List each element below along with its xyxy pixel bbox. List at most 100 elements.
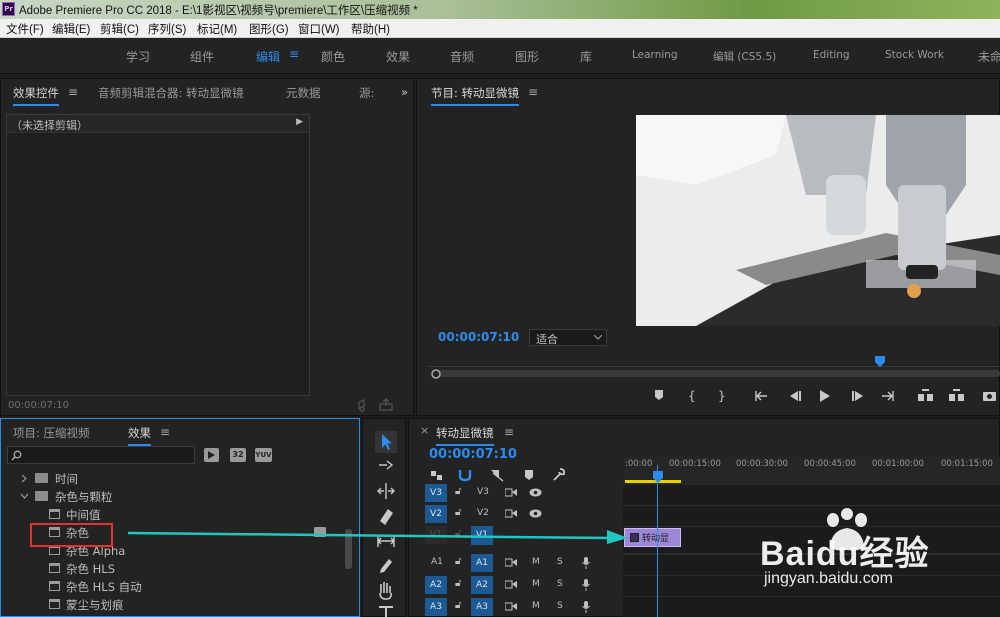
audio-icon bbox=[358, 399, 365, 412]
yuv-filter-badge[interactable]: YUV bbox=[255, 448, 272, 462]
menu-sequence[interactable]: 序列(S) bbox=[148, 21, 186, 37]
sync-lock-icon[interactable] bbox=[505, 558, 517, 567]
tree-label: 杂色 HLS bbox=[66, 562, 116, 576]
32bit-filter-badge[interactable]: 32 bbox=[230, 448, 246, 462]
solo-button[interactable]: S bbox=[557, 597, 563, 615]
highlight-box bbox=[30, 523, 113, 547]
timeline-timecode[interactable]: 00:00:07:10 bbox=[429, 447, 517, 462]
video-clip[interactable]: 转动显 bbox=[624, 528, 681, 547]
mute-button[interactable]: M bbox=[532, 553, 540, 571]
tab-effect-controls[interactable]: 效果控件 bbox=[13, 85, 59, 106]
microphone-icon[interactable] bbox=[582, 601, 590, 613]
workspace-editing-en[interactable]: Editing bbox=[813, 49, 850, 61]
timeline-ruler[interactable]: :00:00 00:00:15:00 00:00:30:00 00:00:45:… bbox=[623, 457, 1000, 485]
camera-icon bbox=[983, 392, 996, 401]
track-target-a3[interactable]: A3 bbox=[471, 598, 493, 616]
add-marker-icon bbox=[525, 470, 533, 480]
sync-lock-icon[interactable] bbox=[505, 509, 517, 518]
timeline-header: × 转动显微镜 ≡ bbox=[409, 419, 999, 446]
menu-graphics[interactable]: 图形(G) bbox=[249, 21, 289, 37]
tab-source[interactable]: 源: bbox=[359, 85, 374, 101]
track-target-a1[interactable]: A1 bbox=[471, 554, 493, 572]
workspace-stock-work[interactable]: Stock Work bbox=[885, 49, 944, 61]
workspace-color[interactable]: 颜色 bbox=[321, 48, 345, 65]
workspace-learning[interactable]: Learning bbox=[632, 49, 678, 61]
lock-icon[interactable]: 🔓︎ bbox=[455, 483, 461, 501]
menu-marker[interactable]: 标记(M) bbox=[197, 21, 237, 37]
zoom-handle bbox=[431, 369, 441, 379]
eye-icon[interactable] bbox=[529, 509, 542, 518]
playhead-line[interactable] bbox=[657, 465, 658, 617]
menu-bar: 文件(F) 编辑(E) 剪辑(C) 序列(S) 标记(M) 图形(G) 窗口(W… bbox=[0, 19, 1000, 38]
program-timecode[interactable]: 00:00:07:10 bbox=[438, 330, 519, 344]
tools-panel bbox=[362, 418, 406, 617]
workspace-libraries[interactable]: 库 bbox=[580, 48, 592, 65]
track-label: V3 bbox=[477, 487, 489, 497]
source-patch-a2[interactable]: A2 bbox=[425, 576, 447, 594]
program-monitor-title[interactable]: 节目: 转动显微镜 bbox=[431, 85, 520, 106]
close-sequence-icon[interactable]: × bbox=[420, 424, 429, 437]
program-menu-icon[interactable]: ≡ bbox=[528, 85, 538, 99]
tab-metadata[interactable]: 元数据 bbox=[286, 85, 321, 101]
panel-menu-icon[interactable]: ≡ bbox=[68, 85, 78, 99]
menu-clip[interactable]: 剪辑(C) bbox=[100, 21, 139, 37]
workspace-learn[interactable]: 学习 bbox=[126, 48, 150, 65]
menu-edit[interactable]: 编辑(E) bbox=[52, 21, 90, 37]
accelerated-effects-icon[interactable] bbox=[204, 448, 219, 462]
lock-icon[interactable]: 🔓︎ bbox=[455, 553, 461, 571]
no-clip-row: （未选择剪辑） ▶ bbox=[7, 115, 309, 133]
source-patch-v2[interactable]: V2 bbox=[425, 505, 447, 523]
solo-button[interactable]: S bbox=[557, 553, 563, 571]
program-zoom-bar[interactable] bbox=[428, 368, 1000, 380]
fit-dropdown[interactable]: 适合 bbox=[529, 329, 607, 346]
workspace-untitled[interactable]: 未命 bbox=[978, 48, 1000, 65]
chevron-right-icon bbox=[21, 474, 27, 483]
mute-button[interactable]: M bbox=[532, 597, 540, 615]
effects-search-input[interactable] bbox=[7, 446, 195, 464]
menu-file[interactable]: 文件(F) bbox=[6, 21, 44, 37]
mute-button[interactable]: M bbox=[532, 575, 540, 593]
workspace-assembly[interactable]: 组件 bbox=[190, 48, 214, 65]
track-target-a2[interactable]: A2 bbox=[471, 576, 493, 594]
sync-lock-icon[interactable] bbox=[505, 488, 517, 497]
eye-icon[interactable] bbox=[529, 488, 542, 497]
workspace-menu-icon[interactable]: ≡ bbox=[289, 47, 299, 61]
sync-lock-icon[interactable] bbox=[505, 602, 517, 611]
lock-icon[interactable]: 🔓︎ bbox=[455, 597, 461, 615]
menu-help[interactable]: 帮助(H) bbox=[351, 21, 390, 37]
tab-effects[interactable]: 效果 bbox=[128, 425, 151, 446]
workspace-editing[interactable]: 编辑 bbox=[256, 48, 280, 65]
sequence-tab[interactable]: 转动显微镜 bbox=[436, 425, 494, 446]
track-header-a1: A1 🔓︎ A1 M S bbox=[425, 553, 625, 573]
solo-button[interactable]: S bbox=[557, 575, 563, 593]
tab-audio-clip-mixer[interactable]: 音频剪辑混合器: 转动显微镜 bbox=[98, 85, 244, 101]
menu-window[interactable]: 窗口(W) bbox=[298, 21, 340, 37]
timeline-menu-icon[interactable]: ≡ bbox=[504, 425, 514, 439]
source-patch-v3[interactable]: V3 bbox=[425, 484, 447, 502]
chevron-down-icon bbox=[594, 335, 602, 340]
export-icon bbox=[379, 398, 393, 411]
overflow-icon[interactable]: » bbox=[401, 85, 408, 99]
effects-menu-icon[interactable]: ≡ bbox=[160, 425, 170, 439]
source-patch-a3[interactable]: A3 bbox=[425, 598, 447, 616]
workspace-effects[interactable]: 效果 bbox=[386, 48, 410, 65]
program-playhead-icon[interactable] bbox=[874, 356, 885, 367]
workspace-graphics[interactable]: 图形 bbox=[515, 48, 539, 65]
specimen-light bbox=[907, 284, 921, 298]
step-forward-icon bbox=[852, 391, 863, 401]
effect-controls-header: 效果控件 ≡ 音频剪辑混合器: 转动显微镜 元数据 源: » bbox=[1, 79, 413, 106]
workspace-editing-cs55[interactable]: 编辑 (CS5.5) bbox=[713, 49, 776, 64]
microphone-icon[interactable] bbox=[582, 579, 590, 591]
workspace-audio[interactable]: 音频 bbox=[450, 48, 474, 65]
type-tool-icon bbox=[379, 606, 393, 617]
tab-project[interactable]: 项目: 压缩视频 bbox=[13, 425, 90, 441]
expand-arrow-icon[interactable]: ▶ bbox=[296, 117, 303, 127]
playhead-icon[interactable] bbox=[653, 471, 663, 483]
program-time-ruler[interactable] bbox=[428, 355, 1000, 367]
microphone-icon[interactable] bbox=[582, 557, 590, 569]
source-patch-a1[interactable]: A1 bbox=[431, 553, 443, 571]
lock-icon[interactable]: 🔓︎ bbox=[455, 575, 461, 593]
transport-controls: { } bbox=[655, 389, 996, 403]
lock-icon[interactable]: 🔓︎ bbox=[455, 504, 461, 522]
sync-lock-icon[interactable] bbox=[505, 580, 517, 589]
